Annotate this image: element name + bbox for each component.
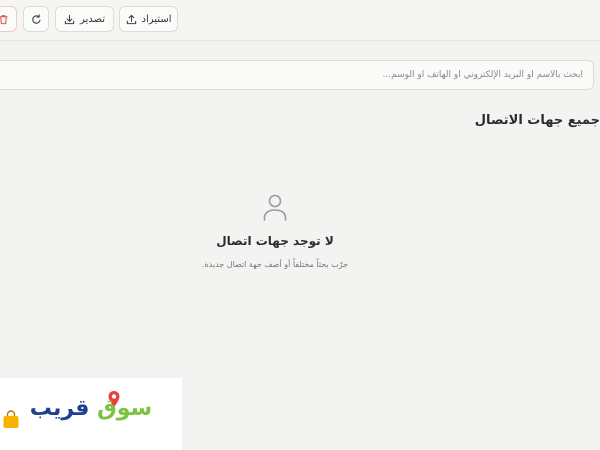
trash-icon [0, 14, 8, 24]
empty-state-description: جرّب بحثاً مختلفاً أو أضف جهة اتصال جديد… [201, 260, 349, 269]
search-input[interactable] [0, 60, 594, 90]
watermark-text: سوق قريب [0, 396, 182, 421]
section-title: جميع جهات الاتصال [474, 113, 600, 128]
download-icon [64, 14, 75, 24]
watermark-part-2: قريب [29, 396, 90, 421]
export-button-label: تصدير [80, 13, 106, 25]
delete-button[interactable] [0, 6, 17, 32]
import-button[interactable]: استيراد [119, 6, 178, 32]
export-button[interactable]: تصدير [55, 6, 114, 32]
watermark-part-1: سوق [97, 396, 153, 421]
upload-icon [126, 14, 136, 24]
watermark-logo: سوق قريب [0, 378, 182, 450]
refresh-icon [31, 13, 41, 24]
empty-state: لا توجد جهات اتصال جرّب بحثاً مختلفاً أو… [150, 192, 400, 269]
refresh-button[interactable] [23, 6, 49, 32]
import-button-label: استيراد [141, 13, 172, 25]
empty-state-title: لا توجد جهات اتصال [216, 234, 334, 248]
user-icon [263, 194, 287, 221]
toolbar: استيراد تصدير [0, 0, 600, 41]
